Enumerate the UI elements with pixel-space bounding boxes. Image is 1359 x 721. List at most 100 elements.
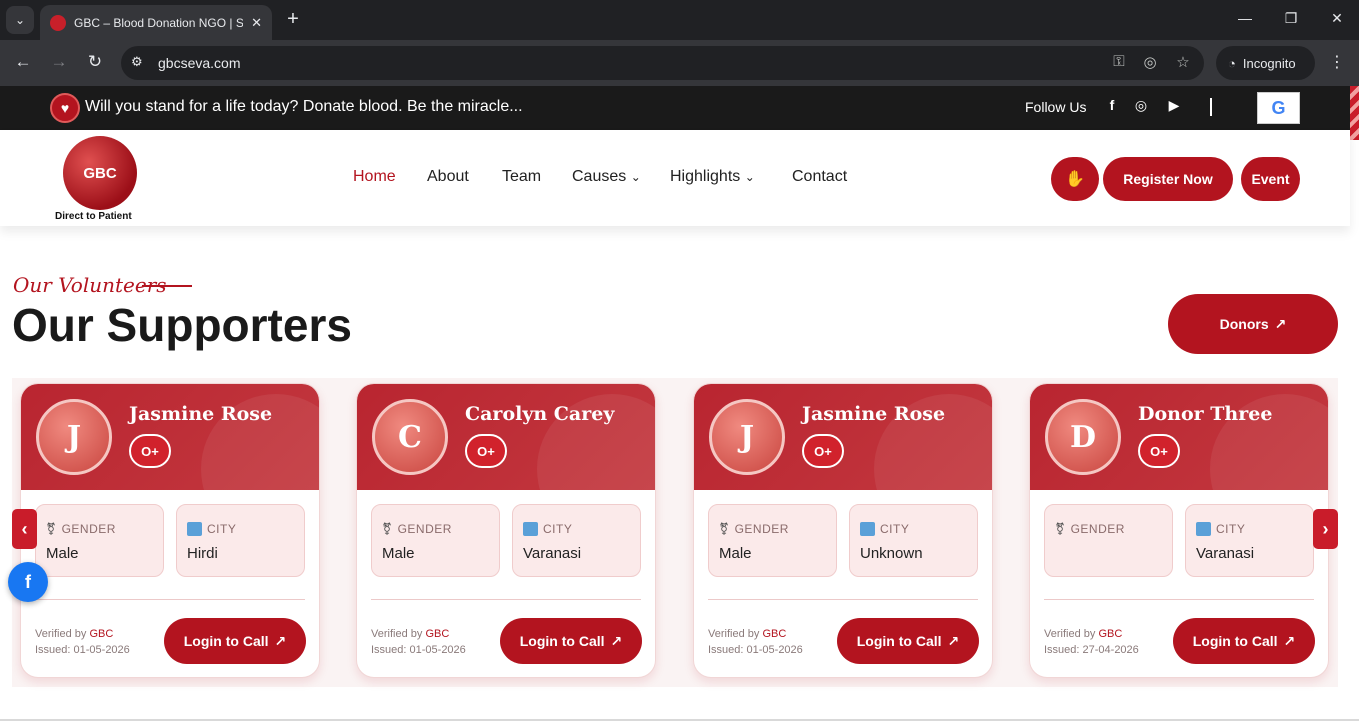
- city-value: Varanasi: [1196, 545, 1255, 562]
- supporter-name: Carolyn Carey: [465, 403, 615, 425]
- card-header: J Jasmine Rose O+: [694, 384, 992, 490]
- donors-button[interactable]: Donors ↗: [1168, 294, 1338, 354]
- forward-icon[interactable]: →: [48, 52, 70, 72]
- logo[interactable]: GBC: [63, 136, 137, 210]
- nav-about[interactable]: About: [427, 168, 469, 186]
- site-info-icon[interactable]: ⚙: [131, 54, 143, 70]
- city-box: CITY Unknown: [849, 504, 978, 577]
- chevron-right-icon: ›: [1322, 518, 1329, 539]
- arrow-up-right-icon: ↗: [947, 632, 960, 649]
- city-icon: [523, 522, 538, 536]
- back-icon[interactable]: ←: [12, 52, 34, 72]
- card-header: D Donor Three O+: [1030, 384, 1328, 490]
- star-icon[interactable]: ☆: [1172, 53, 1194, 71]
- city-icon: [1196, 522, 1211, 536]
- facebook-icon: f: [25, 571, 31, 592]
- login-to-call-button[interactable]: Login to Call ↗: [1173, 618, 1315, 664]
- nav-team[interactable]: Team: [502, 168, 541, 186]
- gender-box: ⚧ GENDER Male: [371, 504, 500, 577]
- city-icon: [187, 522, 202, 536]
- avatar: J: [709, 399, 785, 475]
- avatar: J: [36, 399, 112, 475]
- tab-search-icon[interactable]: ⌄: [6, 6, 34, 34]
- issued-date: Issued: 01-05-2026: [371, 644, 466, 656]
- minimize-icon[interactable]: —: [1235, 10, 1255, 26]
- handshake-button[interactable]: ✋: [1051, 157, 1099, 201]
- divider: [371, 599, 641, 600]
- tab-close-icon[interactable]: ✕: [251, 15, 262, 31]
- nav-contact[interactable]: Contact: [792, 168, 847, 186]
- carousel-prev-button[interactable]: ‹: [12, 509, 37, 549]
- chevron-down-icon: ⌄: [630, 170, 641, 184]
- verification-info: Verified by GBC Issued: 01-05-2026: [371, 626, 466, 658]
- gender-icon: ⚧: [382, 522, 393, 536]
- city-label: CITY: [880, 522, 910, 536]
- close-icon[interactable]: ✕: [1327, 10, 1347, 27]
- city-label: CITY: [543, 522, 573, 536]
- announcement-bar: ♥ Will you stand for a life today? Donat…: [0, 86, 1350, 130]
- nav-highlights[interactable]: Highlights ⌄: [670, 168, 755, 186]
- card-header: C Carolyn Carey O+: [357, 384, 655, 490]
- register-now-button[interactable]: Register Now: [1103, 157, 1233, 201]
- divider: [35, 599, 305, 600]
- blood-group-badge: O+: [802, 434, 844, 468]
- city-label: CITY: [1216, 522, 1246, 536]
- eye-off-icon[interactable]: ◎: [1139, 53, 1161, 71]
- card-header: J Jasmine Rose O+: [21, 384, 319, 490]
- verification-info: Verified by GBC Issued: 01-05-2026: [708, 626, 803, 658]
- url-text[interactable]: gbcseva.com: [158, 55, 240, 71]
- reload-icon[interactable]: ↻: [84, 52, 106, 72]
- issued-date: Issued: 27-04-2026: [1044, 644, 1139, 656]
- city-box: CITY Hirdi: [176, 504, 305, 577]
- key-icon[interactable]: ⚿: [1108, 53, 1130, 70]
- incognito-icon: ◔: [1228, 55, 1236, 71]
- avatar: C: [372, 399, 448, 475]
- nav-causes-label: Causes: [572, 168, 627, 185]
- divider: [708, 599, 978, 600]
- tagline: Will you stand for a life today? Donate …: [85, 98, 523, 115]
- verified-by: GBC: [1098, 628, 1123, 640]
- arrow-up-right-icon: ↗: [1283, 632, 1296, 649]
- youtube-icon[interactable]: ▶: [1165, 97, 1183, 114]
- kebab-icon[interactable]: ⋮: [1328, 52, 1346, 72]
- gender-label: GENDER: [61, 522, 116, 536]
- page-scrollbar[interactable]: [1350, 86, 1359, 140]
- facebook-icon[interactable]: f: [1103, 97, 1121, 113]
- instagram-icon[interactable]: ◎: [1132, 97, 1150, 114]
- arrow-up-right-icon: ↗: [1274, 315, 1287, 332]
- gender-icon: ⚧: [1055, 522, 1066, 536]
- verified-prefix: Verified by: [708, 628, 760, 640]
- city-value: Hirdi: [187, 545, 218, 562]
- new-tab-button[interactable]: +: [282, 8, 304, 31]
- call-label: Login to Call: [1192, 633, 1278, 649]
- browser-tab-bar: ⌄ GBC – Blood Donation NGO | Sa ✕ + — ❐ …: [0, 0, 1359, 40]
- verified-prefix: Verified by: [35, 628, 87, 640]
- nav-home[interactable]: Home: [353, 168, 396, 186]
- event-button[interactable]: Event: [1241, 157, 1300, 201]
- gender-icon: ⚧: [719, 522, 730, 536]
- gender-box: ⚧ GENDER: [1044, 504, 1173, 577]
- login-to-call-button[interactable]: Login to Call ↗: [500, 618, 642, 664]
- carousel-next-button[interactable]: ›: [1313, 509, 1338, 549]
- gender-value: Male: [719, 545, 752, 562]
- google-translate-button[interactable]: G: [1257, 92, 1300, 124]
- divider: [1210, 98, 1212, 116]
- login-to-call-button[interactable]: Login to Call ↗: [164, 618, 306, 664]
- nav-highlights-label: Highlights: [670, 168, 741, 185]
- nav-causes[interactable]: Causes ⌄: [572, 168, 641, 186]
- incognito-badge[interactable]: ◔ Incognito: [1216, 46, 1315, 80]
- arrow-up-right-icon: ↗: [274, 632, 287, 649]
- login-to-call-button[interactable]: Login to Call ↗: [837, 618, 979, 664]
- supporter-card: C Carolyn Carey O+ ⚧ GENDER Male CITY Var…: [356, 383, 656, 678]
- logo-caption: Direct to Patient: [55, 211, 132, 222]
- issued-date: Issued: 01-05-2026: [35, 644, 130, 656]
- address-bar[interactable]: ⚙ gbcseva.com ⚿ ◎ ☆: [121, 46, 1204, 80]
- page-title: Our Supporters: [12, 299, 352, 351]
- restore-icon[interactable]: ❐: [1281, 10, 1301, 27]
- gender-label: GENDER: [734, 522, 789, 536]
- call-label: Login to Call: [856, 633, 942, 649]
- browser-tab[interactable]: GBC – Blood Donation NGO | Sa ✕: [40, 5, 272, 40]
- floating-facebook-button[interactable]: f: [8, 562, 48, 602]
- supporter-card: J Jasmine Rose O+ ⚧ GENDER Male CITY Unkn…: [693, 383, 993, 678]
- verified-by: GBC: [425, 628, 450, 640]
